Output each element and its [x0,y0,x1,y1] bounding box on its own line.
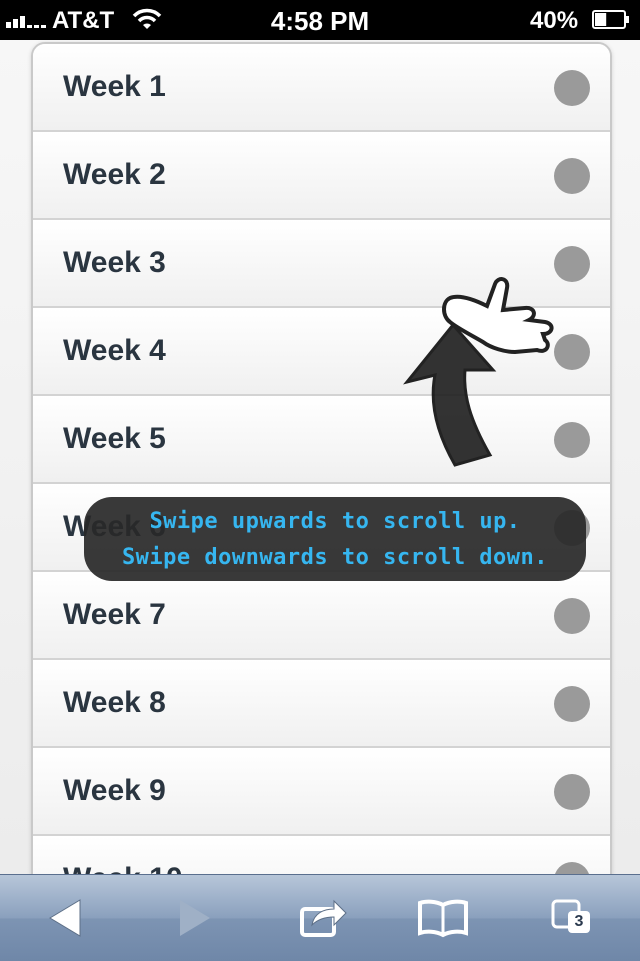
list-item[interactable]: Week 8 [33,660,610,748]
list-item-label: Week 3 [63,246,166,279]
status-dot-icon [554,774,590,810]
list-item[interactable]: Week 2 [33,132,610,220]
list-item-label: Week 7 [63,598,166,631]
status-dot-icon [554,158,590,194]
status-bar: AT&T 4:58 PM 40% [0,0,640,40]
battery-icon [592,10,629,29]
tab-count-badge: 3 [568,911,590,933]
safari-toolbar: 3 [0,874,640,961]
list-item-label: Week 2 [63,158,166,191]
list-item-label: Week 5 [63,422,166,455]
share-icon[interactable] [298,895,348,941]
status-dot-icon [554,598,590,634]
status-dot-icon [554,862,590,874]
battery-percent: 40% [530,7,579,34]
list-item-label: Week 10 [63,862,183,874]
list-item-label: Week 4 [63,334,166,367]
list-item-label: Week 8 [63,686,166,719]
list-item[interactable]: Week 10 [33,836,610,874]
back-arrow-icon[interactable] [42,895,92,941]
list-item[interactable]: Week 9 [33,748,610,836]
status-dot-icon [554,70,590,106]
scroll-hint-overlay: Swipe upwards to scroll up. Swipe downwa… [84,497,586,581]
hint-line-1: Swipe upwards to scroll up. [149,509,521,534]
tabs-button[interactable]: 3 [550,895,600,941]
swipe-gesture-icon [403,277,554,467]
list-item-label: Week 9 [63,774,166,807]
hint-line-2: Swipe downwards to scroll down. [121,545,549,570]
list-item[interactable]: Week 1 [33,44,610,132]
forward-arrow-icon[interactable] [168,895,218,941]
status-dot-icon [554,686,590,722]
bookmarks-icon[interactable] [418,895,468,941]
list-item[interactable]: Week 7 [33,572,610,660]
list-item-label: Week 1 [63,70,166,103]
